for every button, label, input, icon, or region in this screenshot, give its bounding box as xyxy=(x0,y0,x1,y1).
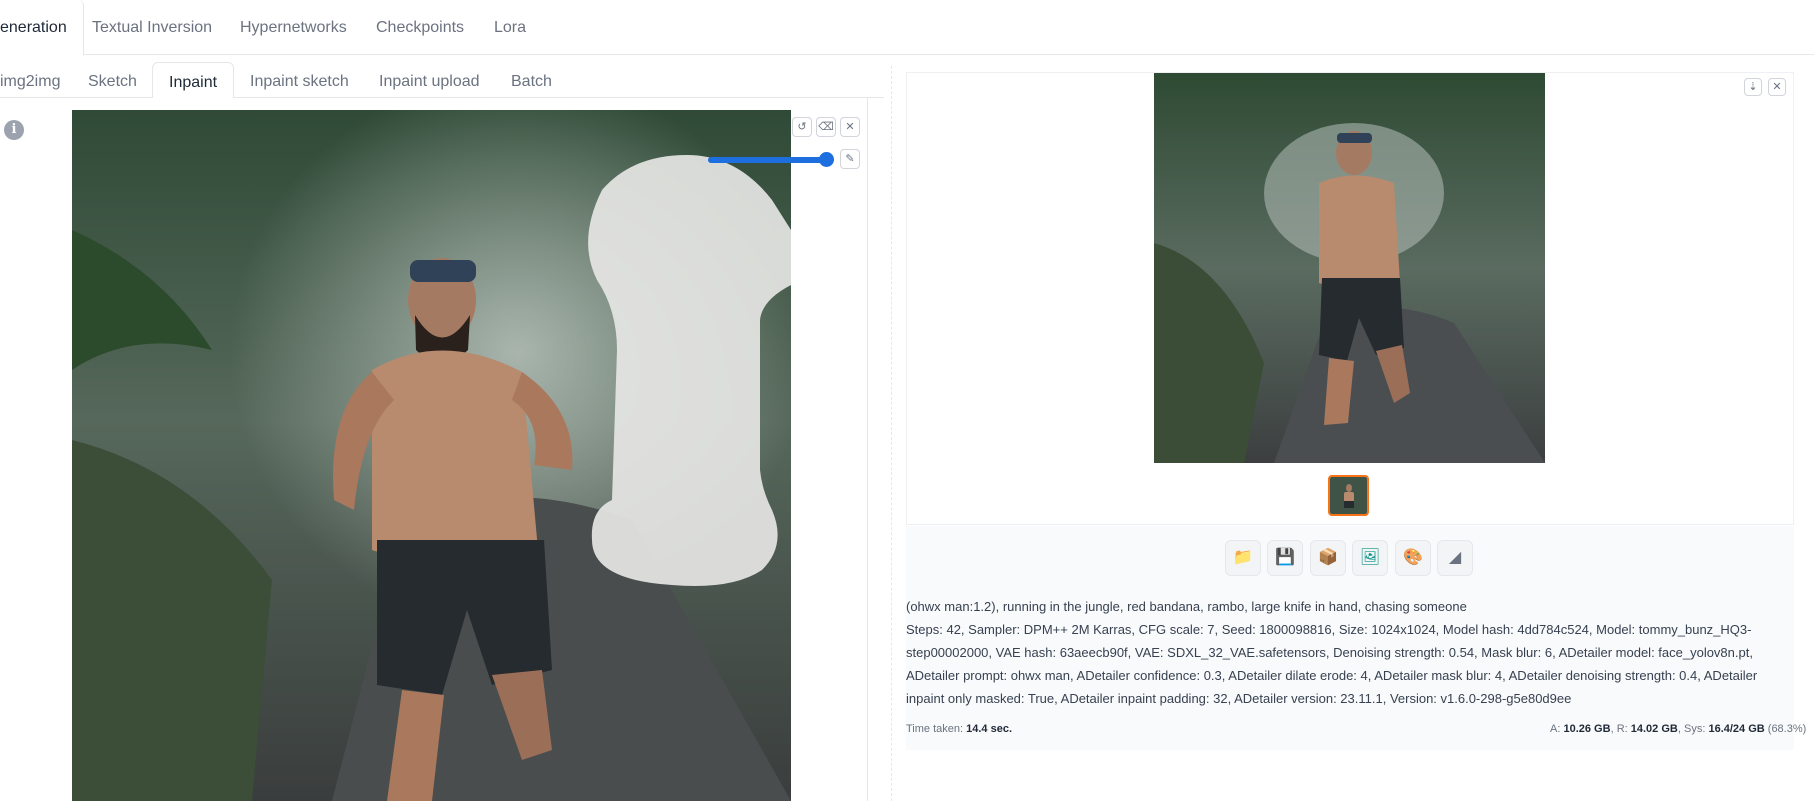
generation-info: (ohwx man:1.2), running in the jungle, r… xyxy=(906,595,1794,710)
output-thumbnail[interactable] xyxy=(1328,475,1369,516)
brush-size-slider[interactable] xyxy=(708,157,828,163)
generated-image xyxy=(1154,73,1545,463)
vram-r-value: 14.02 GB xyxy=(1630,723,1678,735)
info-icon[interactable]: i xyxy=(4,120,24,140)
vram-sys-pct: (68.3%) xyxy=(1767,723,1807,735)
tab-textual-inversion[interactable]: Textual Inversion xyxy=(92,0,212,55)
brush-icon[interactable]: ✎ xyxy=(840,149,860,169)
inpaint-canvas[interactable] xyxy=(72,110,791,801)
brush-size-handle[interactable] xyxy=(819,152,834,167)
download-icon[interactable]: ⇣ xyxy=(1744,78,1762,96)
img2img-mode-tabs: img2img Sketch Inpaint Inpaint sketch In… xyxy=(0,62,884,99)
send-to-img2img-icon[interactable]: 🖼 xyxy=(1352,540,1388,576)
zip-icon[interactable]: 📦 xyxy=(1310,540,1346,576)
time-value: 14.4 sec. xyxy=(966,723,1012,735)
thumbnail-image xyxy=(1330,477,1367,514)
time-label: Time taken: xyxy=(906,723,964,735)
prompt-text: (ohwx man:1.2), running in the jungle, r… xyxy=(906,599,1467,614)
vram-a-value: 10.26 GB xyxy=(1563,723,1611,735)
tab-inpaint[interactable]: Inpaint xyxy=(152,62,235,99)
time-taken: Time taken: 14.4 sec. xyxy=(906,723,1012,735)
inpaint-mask xyxy=(588,155,791,586)
tab-checkpoints[interactable]: Checkpoints xyxy=(376,0,464,55)
send-to-extras-icon[interactable]: ◢ xyxy=(1437,540,1473,576)
panel-divider xyxy=(891,66,892,801)
output-image[interactable] xyxy=(1154,73,1545,463)
tab-hypernetworks[interactable]: Hypernetworks xyxy=(240,0,347,55)
params-text: Steps: 42, Sampler: DPM++ 2M Karras, CFG… xyxy=(906,622,1758,706)
vram-sys-value: 16.4/24 GB xyxy=(1708,723,1765,735)
tab-inpaint-upload[interactable]: Inpaint upload xyxy=(379,62,480,98)
close-icon[interactable]: ✕ xyxy=(840,117,860,137)
tab-batch[interactable]: Batch xyxy=(511,62,552,98)
tab-inpaint-sketch[interactable]: Inpaint sketch xyxy=(250,62,349,98)
tab-sketch[interactable]: Sketch xyxy=(88,62,137,98)
vram-sys-label: Sys xyxy=(1683,723,1703,735)
tab-generation[interactable]: eneration xyxy=(0,0,84,56)
save-icon[interactable]: 💾 xyxy=(1267,540,1303,576)
send-to-inpaint-icon[interactable]: 🎨 xyxy=(1395,540,1431,576)
top-tab-bar: eneration Textual Inversion Hypernetwork… xyxy=(0,0,1814,56)
undo-icon[interactable]: ↺ xyxy=(792,117,812,137)
eraser-icon[interactable]: ⌫ xyxy=(816,117,836,137)
tab-lora[interactable]: Lora xyxy=(494,0,526,55)
tab-img2img[interactable]: img2img xyxy=(0,62,60,98)
vram-usage: A: 10.26 GB, R: 14.02 GB, Sys: 16.4/24 G… xyxy=(1550,723,1807,735)
folder-icon[interactable]: 📁 xyxy=(1225,540,1261,576)
vram-a-label: A xyxy=(1550,723,1558,735)
close-icon[interactable]: ✕ xyxy=(1768,78,1786,96)
vram-r-label: R xyxy=(1616,723,1625,735)
